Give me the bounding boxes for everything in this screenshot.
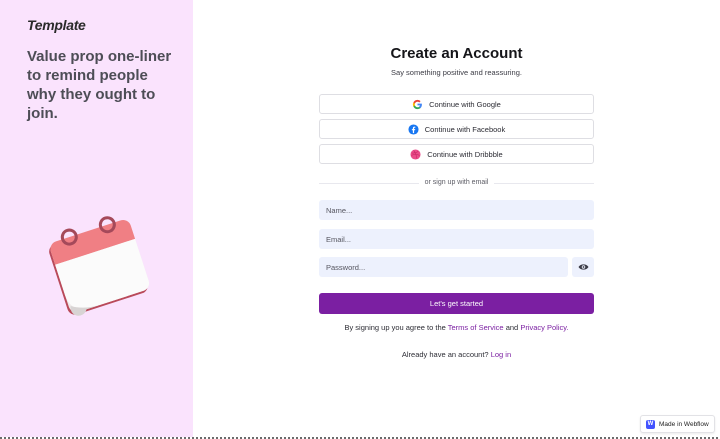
dribbble-signup-button[interactable]: Continue with Dribbble: [319, 144, 594, 164]
dribbble-icon: [410, 148, 421, 160]
google-signup-label: Continue with Google: [429, 99, 501, 109]
login-link[interactable]: Log in: [491, 350, 511, 359]
divider-line-right: [494, 183, 594, 184]
terms-prefix: By signing up you agree to the: [344, 323, 446, 332]
login-prompt-text: Already have an account?: [401, 350, 489, 359]
login-prompt: Already have an account? Log in: [193, 350, 720, 359]
made-in-webflow-badge[interactable]: W Made in Webflow: [640, 415, 715, 433]
terms-notice: By signing up you agree to the Terms of …: [193, 323, 720, 332]
webflow-icon: W: [646, 419, 655, 429]
calendar-illustration: [49, 216, 150, 316]
name-field[interactable]: [319, 200, 594, 220]
left-panel: Template Value prop one-liner to remind …: [0, 0, 193, 437]
google-icon: [413, 99, 423, 109]
toggle-password-visibility-button[interactable]: [572, 257, 594, 277]
page-title: Create an Account: [390, 45, 523, 62]
brand-logo[interactable]: Template: [27, 17, 86, 33]
signup-main: Create an Account Say something positive…: [193, 0, 720, 437]
eye-icon: [578, 264, 588, 270]
facebook-signup-button[interactable]: Continue with Facebook: [319, 119, 594, 139]
google-signup-button[interactable]: Continue with Google: [319, 94, 594, 114]
or-divider: or sign up with email: [319, 179, 594, 187]
submit-button[interactable]: Let's get started: [319, 293, 594, 314]
terms-of-service-link[interactable]: Terms of Service: [448, 323, 504, 332]
facebook-icon: [408, 123, 419, 135]
terms-and: and: [505, 323, 519, 332]
webflow-badge-label: Made in Webflow: [659, 420, 709, 428]
dribbble-signup-label: Continue with Dribbble: [427, 149, 503, 159]
password-field[interactable]: [319, 257, 568, 277]
facebook-signup-label: Continue with Facebook: [424, 124, 506, 134]
page-subtitle: Say something positive and reassuring.: [391, 68, 522, 77]
privacy-policy-link[interactable]: Privacy Policy.: [520, 323, 568, 332]
email-field[interactable]: [319, 229, 594, 249]
value-prop-tagline: Value prop one-liner to remind people wh…: [27, 48, 172, 122]
